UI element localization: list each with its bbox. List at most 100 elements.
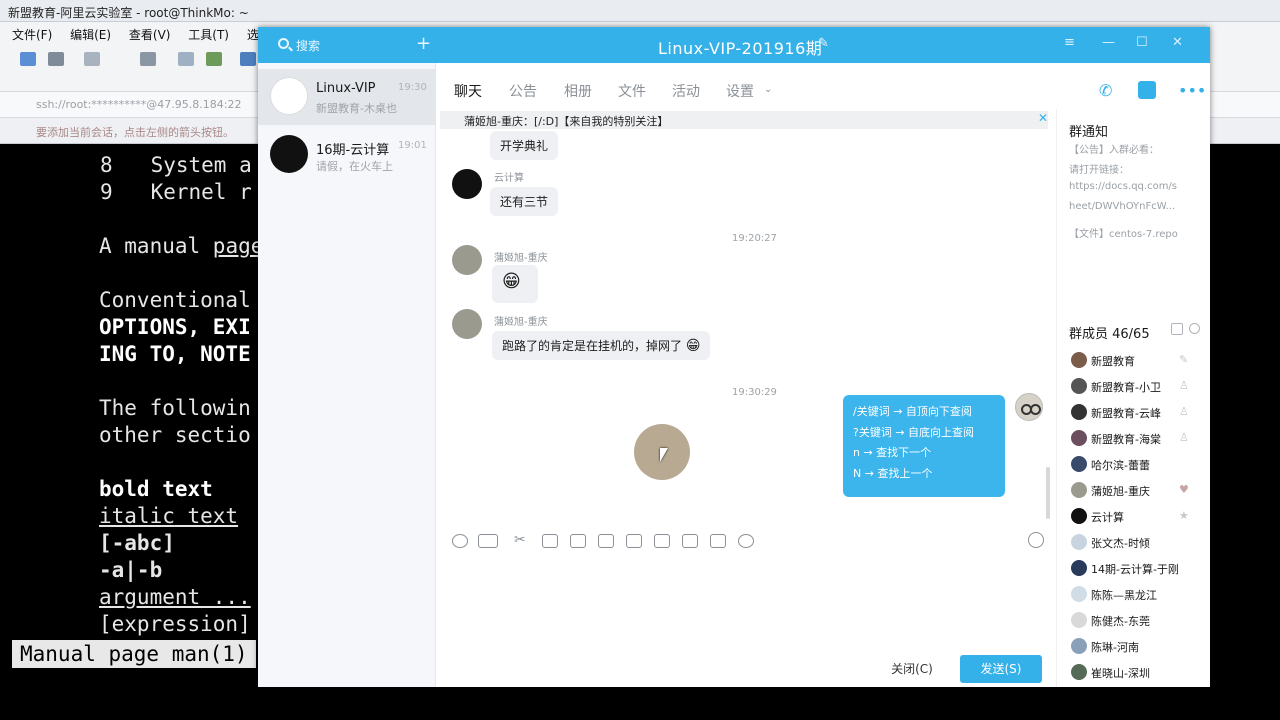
notice-file[interactable]: 【文件】centos-7.repo: [1069, 225, 1178, 240]
scissors-icon[interactable]: ✂: [514, 532, 530, 548]
more-icon[interactable]: ≡: [1064, 35, 1075, 50]
globe-icon[interactable]: [240, 52, 256, 66]
tab-files[interactable]: 文件: [618, 81, 646, 101]
avatar: [1071, 560, 1087, 576]
owner-icon: ✎: [1179, 353, 1189, 366]
terminal-line: [-abc]: [99, 531, 175, 555]
session-name: 16期-云计算: [316, 143, 390, 158]
find-icon[interactable]: [178, 52, 194, 66]
members-filter-icon[interactable]: [1171, 323, 1183, 335]
send-button[interactable]: 发送(S): [960, 655, 1042, 683]
gift-icon[interactable]: [654, 534, 670, 548]
avatar: [1071, 612, 1087, 628]
avatar: [1071, 404, 1087, 420]
terminal-line: 8 System a: [100, 153, 252, 177]
member-item[interactable]: 新盟教育-小卫 ♙: [1067, 375, 1207, 399]
properties-icon[interactable]: [84, 52, 100, 66]
member-item[interactable]: 新盟教育-海棠 ♙: [1067, 427, 1207, 451]
notice-title: 群通知: [1069, 125, 1109, 140]
edit-title-icon[interactable]: ✎: [818, 36, 829, 51]
history-clock-icon[interactable]: [1028, 532, 1044, 548]
outgoing-message-bubble: /关键词 → 自顶向下查阅 ?关键词 → 自底向上查阅 n → 查找下一个 N …: [843, 395, 1005, 497]
terminal-line: 9 Kernel r: [100, 180, 252, 204]
member-item[interactable]: 哈尔滨-蕾蕾: [1067, 453, 1207, 477]
more-icon[interactable]: [738, 534, 754, 548]
chevron-down-icon[interactable]: ⌄: [764, 84, 772, 95]
search-label[interactable]: 搜索: [296, 37, 320, 54]
group-info-panel: 群通知 【公告】入群必看： 请打开链接： https://docs.qq.com…: [1056, 109, 1210, 687]
mask-icon[interactable]: [626, 534, 642, 548]
screenshot-icon[interactable]: [570, 534, 586, 548]
new-session-icon[interactable]: [20, 52, 36, 66]
group-avatar: [270, 77, 308, 115]
member-item[interactable]: 蒲姬旭-重庆 ♥: [1067, 479, 1207, 503]
member-item[interactable]: 新盟教育-云峰 ♙: [1067, 401, 1207, 425]
member-item[interactable]: 张文杰-时倾: [1067, 531, 1207, 555]
menu-view[interactable]: 查看(V): [129, 28, 171, 42]
folder-icon[interactable]: [542, 534, 558, 548]
session-time: 19:01: [398, 140, 427, 151]
share-screen-icon[interactable]: [1138, 81, 1156, 99]
minimize-icon[interactable]: —: [1102, 35, 1115, 50]
phone-icon[interactable]: ✆: [1099, 81, 1117, 100]
search-icon[interactable]: [1189, 323, 1200, 334]
terminal-line: A manual page: [99, 233, 263, 260]
session-item[interactable]: 16期-云计算 19:01 请假，在火车上: [258, 127, 436, 183]
close-icon[interactable]: ✕: [1172, 35, 1183, 50]
search-icon[interactable]: [278, 38, 289, 49]
more-icon[interactable]: •••: [1178, 81, 1206, 100]
emoji-bubble: 😁: [492, 265, 538, 303]
terminal-line: argument ...: [99, 585, 251, 609]
tab-album[interactable]: 相册: [564, 81, 592, 101]
tab-settings[interactable]: 设置: [726, 81, 754, 101]
open-icon[interactable]: [48, 52, 64, 66]
member-name: 新盟教育-海棠: [1091, 433, 1161, 446]
terminal-line: other sectio: [99, 423, 251, 447]
settings-icon[interactable]: [140, 52, 156, 66]
tab-notice[interactable]: 公告: [509, 81, 537, 101]
member-name: 云计算: [1091, 511, 1124, 524]
avatar: [1071, 430, 1087, 446]
menu-edit[interactable]: 编辑(E): [70, 28, 111, 42]
member-item[interactable]: 陈健杰-东莞: [1067, 609, 1207, 633]
tab-activity[interactable]: 活动: [672, 81, 700, 101]
avatar: [1071, 378, 1087, 394]
close-button[interactable]: 关闭(C): [880, 655, 944, 683]
member-item[interactable]: 新盟教育 ✎: [1067, 349, 1207, 373]
tab-chat[interactable]: 聊天: [454, 81, 482, 101]
menu-file[interactable]: 文件(F): [12, 28, 52, 42]
notice-link[interactable]: https://docs.qq.com/s: [1069, 181, 1177, 192]
maximize-icon[interactable]: ☐: [1136, 35, 1148, 50]
notice-link[interactable]: heet/DWVhOYnFcW...: [1069, 201, 1175, 212]
member-item[interactable]: 云计算 ★: [1067, 505, 1207, 529]
sender-name: 云计算: [494, 173, 524, 184]
avatar: [1071, 482, 1087, 498]
member-item[interactable]: 14期-云计算-于刚: [1067, 557, 1207, 581]
self-avatar: [1015, 393, 1043, 421]
member-item[interactable]: 崔晓山-深圳: [1067, 661, 1207, 685]
calendar-icon[interactable]: [682, 534, 698, 548]
bell-off-icon[interactable]: [710, 534, 726, 548]
admin-icon: ♙: [1179, 431, 1189, 444]
close-icon[interactable]: ✕: [1038, 111, 1048, 125]
layout-icon[interactable]: [206, 52, 222, 66]
emoji-icon[interactable]: [452, 534, 468, 548]
timestamp: 19:30:29: [732, 387, 777, 398]
terminal-line: Conventional: [99, 288, 251, 312]
member-item[interactable]: 陈陈—黑龙江: [1067, 583, 1207, 607]
member-item[interactable]: 陈琳-河南: [1067, 635, 1207, 659]
image-icon[interactable]: [598, 534, 614, 548]
member-name: 新盟教育-小卫: [1091, 381, 1161, 394]
chat-scrollbar[interactable]: [1046, 467, 1050, 519]
member-name: 新盟教育: [1091, 355, 1135, 368]
menu-tools[interactable]: 工具(T): [188, 28, 229, 42]
gif-icon[interactable]: [478, 534, 498, 548]
add-icon[interactable]: +: [416, 33, 431, 54]
avatar: [452, 245, 482, 275]
session-item[interactable]: Linux-VIP 19:30 新盟教育-木桌也: [258, 69, 436, 125]
heart-icon: ♥: [1179, 483, 1189, 496]
avatar: [1071, 508, 1087, 524]
member-name: 蒲姬旭-重庆: [1091, 485, 1150, 498]
member-name: 哈尔滨-蕾蕾: [1091, 459, 1150, 472]
timestamp: 19:20:27: [732, 233, 777, 244]
